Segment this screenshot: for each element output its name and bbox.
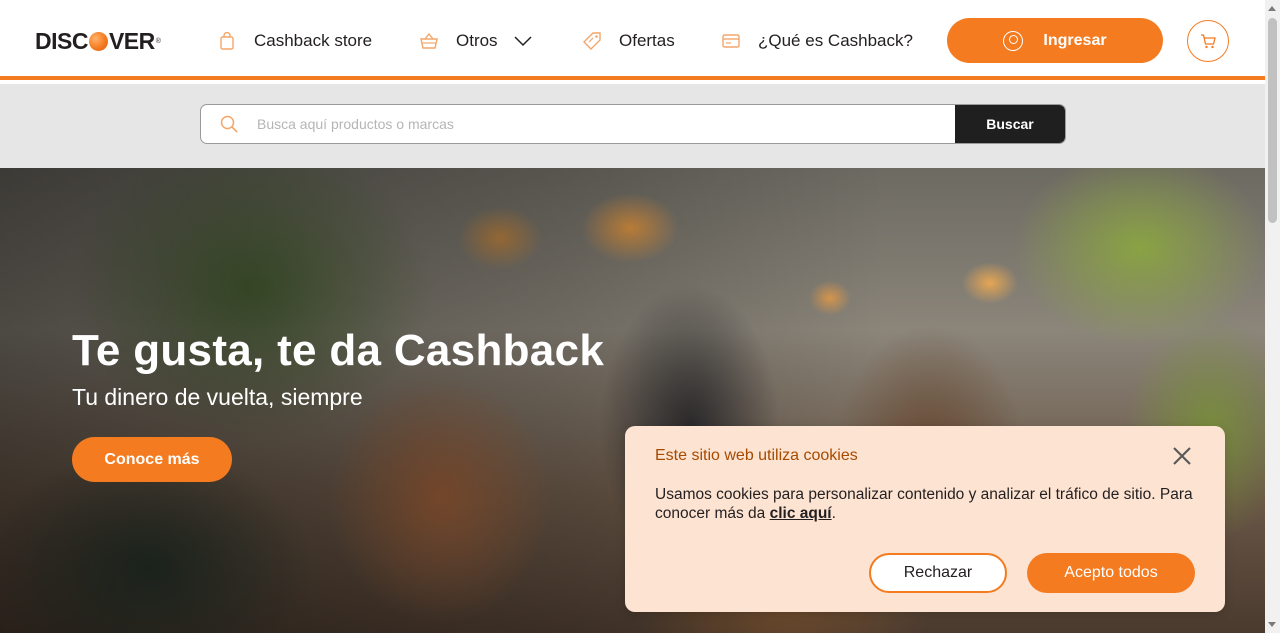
search-band: Buscar [0,84,1265,168]
logo-text-start: DISC [35,28,88,54]
nav-label: ¿Qué es Cashback? [758,31,913,50]
login-button[interactable]: Ingresar [947,18,1163,63]
cart-icon [1200,33,1216,49]
cookie-title: Este sitio web utiliza cookies [655,447,858,464]
cookie-banner: Este sitio web utiliza cookies Usamos co… [625,426,1225,612]
search-input[interactable] [257,105,955,143]
hero-title: Te gusta, te da Cashback [72,326,605,375]
logo-text-end: VER [108,28,155,54]
hero-subtitle: Tu dinero de vuelta, siempre [72,384,363,410]
scroll-down-arrow[interactable] [1268,622,1276,627]
scroll-up-arrow[interactable] [1268,6,1276,11]
chevron-down-icon[interactable] [514,35,532,47]
reject-cookies-button[interactable]: Rechazar [869,553,1007,593]
nav-label: Cashback store [254,31,373,50]
login-label: Ingresar [1043,31,1107,49]
accept-cookies-button[interactable]: Acepto todos [1027,553,1195,593]
nav-ofertas[interactable]: Ofertas [583,30,675,52]
user-icon [1003,30,1024,51]
search-button[interactable]: Buscar [955,105,1065,143]
search-icon [201,105,257,143]
close-icon[interactable] [1171,445,1193,467]
shopping-bag-icon [218,32,236,50]
site-header: DISC VER ® Cashback store Otros Ofertas ¿Q… [0,0,1265,80]
basket-icon [420,32,438,50]
nav-otros[interactable]: Otros [420,30,532,52]
scrollbar[interactable] [1265,0,1280,633]
scroll-thumb[interactable] [1268,18,1277,223]
search-box: Buscar [200,104,1066,144]
cookie-text: Usamos cookies para personalizar conteni… [655,486,1193,522]
logo-orange-dot [88,32,108,51]
tag-icon [583,32,601,50]
nav-label: Otros [456,31,498,50]
cookie-policy-link[interactable]: clic aquí [770,505,832,522]
nav-label: Ofertas [619,31,675,50]
card-icon [722,32,740,50]
nav-que-es-cashback[interactable]: ¿Qué es Cashback? [722,30,913,52]
discover-logo[interactable]: DISC VER ® [35,28,161,55]
nav-cashback-store[interactable]: Cashback store [218,30,372,52]
conoce-mas-button[interactable]: Conoce más [72,437,232,482]
cart-button[interactable] [1187,20,1229,62]
